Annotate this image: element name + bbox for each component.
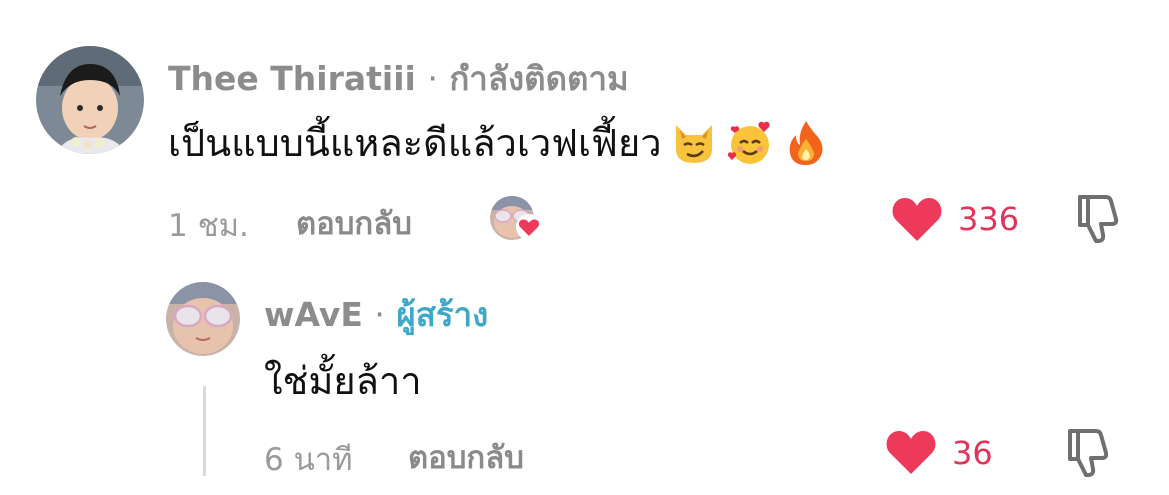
dislike-icon[interactable] — [1062, 427, 1112, 479]
comment-text: เป็นแบบนี้แหละดีแล้วเวฟเฟี้ยว — [168, 121, 662, 165]
reply-avatar[interactable] — [166, 282, 240, 356]
follow-status: กำลังติดตาม — [449, 59, 629, 98]
commenter-name[interactable]: Thee Thiratiii — [168, 59, 416, 98]
like-count: 336 — [958, 200, 1020, 238]
separator-dot: · — [374, 295, 385, 334]
creator-liked-indicator — [490, 196, 548, 244]
comment-timestamp: 1 ชม. — [168, 208, 249, 244]
like-heart-icon[interactable] — [890, 195, 944, 243]
smiling-face-with-hearts-emoji — [726, 119, 774, 167]
thread-line — [203, 386, 206, 476]
dislike-icon[interactable] — [1072, 193, 1122, 245]
separator-dot: · — [427, 59, 438, 98]
smirking-cat-emoji — [670, 119, 718, 167]
heart-badge-icon — [516, 214, 542, 240]
reply-author-name[interactable]: wAvE — [264, 295, 363, 334]
reply-text: ใช่มั้ยล้าา — [264, 359, 422, 403]
reply-button[interactable]: ตอบกลับ — [408, 432, 524, 482]
reply-button[interactable]: ตอบกลับ — [296, 198, 412, 248]
reply-header: wAvE · ผู้สร้าง — [264, 288, 488, 341]
comment-body: เป็นแบบนี้แหละดีแล้วเวฟเฟี้ยว — [168, 112, 830, 173]
like-heart-icon[interactable] — [884, 428, 938, 476]
creator-badge: ผู้สร้าง — [396, 295, 489, 334]
like-count: 36 — [952, 434, 993, 472]
fire-emoji — [782, 119, 830, 167]
commenter-avatar[interactable] — [36, 46, 144, 154]
comment-header: Thee Thiratiii · กำลังติดตาม — [168, 52, 629, 105]
reply-timestamp: 6 นาที — [264, 442, 353, 478]
